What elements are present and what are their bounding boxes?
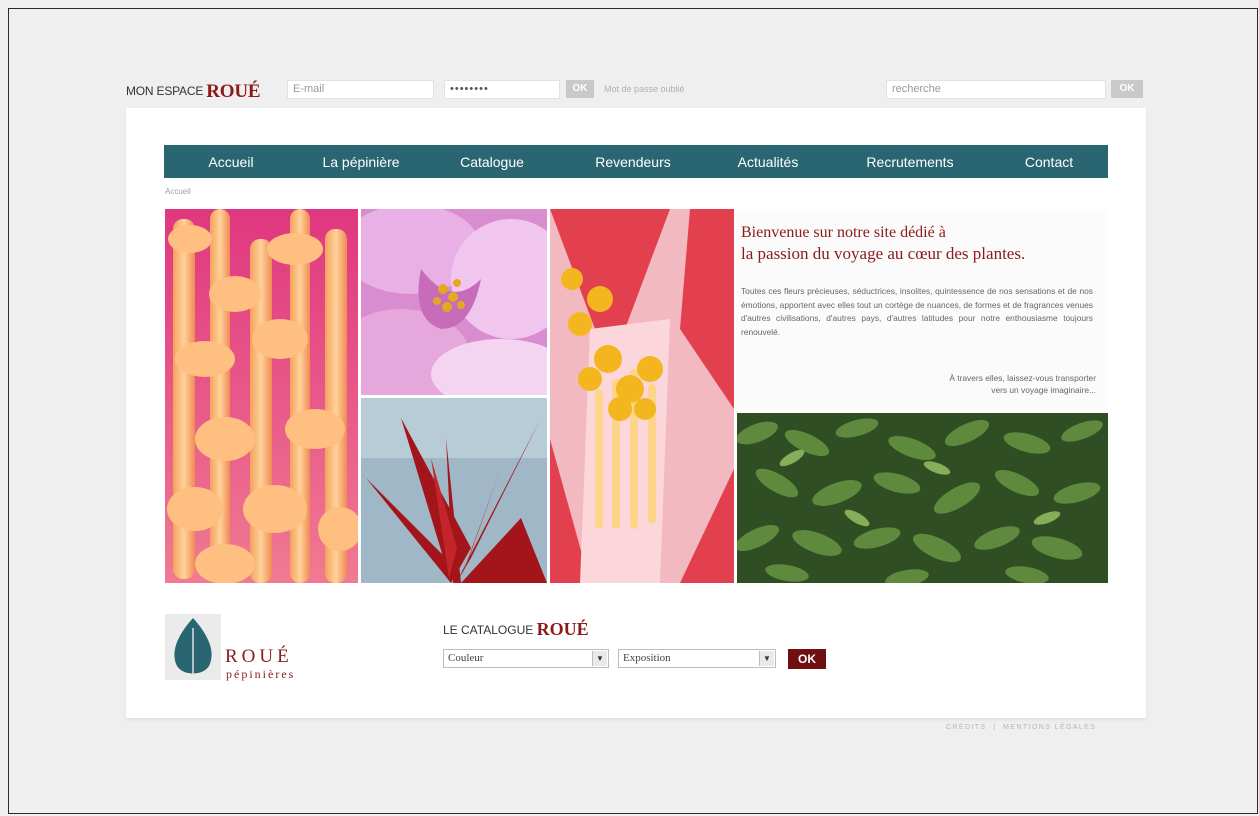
mon-espace-brand: ROUÉ (206, 81, 261, 102)
nav-item-contact[interactable]: Contact (990, 154, 1108, 170)
main-panel: Accueil La pépinière Catalogue Revendeur… (126, 108, 1146, 718)
mon-espace-label: MON ESPACE ROUÉ (126, 81, 261, 103)
catalogue-label: LE CATALOGUE (443, 623, 534, 637)
exposition-select[interactable]: Exposition ▼ (618, 649, 776, 668)
intro-title-line2: la passion du voyage au cœur des plantes… (741, 244, 1026, 263)
intro-title: Bienvenue sur notre site dédié à la pass… (741, 222, 1101, 264)
mon-espace-text: MON ESPACE (126, 84, 204, 98)
nav-item-recrutements[interactable]: Recrutements (830, 154, 990, 170)
couleur-select[interactable]: Couleur ▼ (443, 649, 609, 668)
flower-stamens-image (165, 209, 358, 583)
top-bar: MON ESPACE ROUÉ E-mail •••••••• OK Mot d… (126, 78, 1146, 102)
nav-item-accueil[interactable]: Accueil (164, 154, 298, 170)
peony-image (361, 209, 547, 395)
green-foliage-image (737, 413, 1108, 583)
hero-mosaic: Bienvenue sur notre site dédié à la pass… (165, 209, 1108, 583)
intro-cta-line2: vers un voyage imaginaire... (991, 385, 1096, 395)
leaf-icon (174, 618, 212, 678)
catalogue-title: LE CATALOGUE ROUÉ (443, 619, 589, 640)
nav-item-pepiniere[interactable]: La pépinière (298, 154, 424, 170)
nav-item-actualites[interactable]: Actualités (706, 154, 830, 170)
nav-item-catalogue[interactable]: Catalogue (424, 154, 560, 170)
intro-body: Toutes ces fleurs précieuses, séductrice… (741, 286, 1093, 337)
search-ok-button[interactable]: OK (1111, 80, 1143, 98)
password-field[interactable]: •••••••• (444, 80, 560, 99)
breadcrumb[interactable]: Accueil (165, 187, 191, 196)
logo-word: ROUÉ (225, 646, 293, 667)
intro-cta-link[interactable]: À travers elles, laissez-vous transporte… (836, 372, 1096, 396)
logo-leaf-box (165, 614, 221, 680)
logo-subtitle: pépinières (226, 667, 296, 681)
search-input[interactable]: recherche (886, 80, 1106, 99)
forgot-password-link[interactable]: Mot de passe oublié (604, 84, 685, 94)
chevron-down-icon: ▼ (592, 651, 607, 666)
intro-cta-line1: À travers elles, laissez-vous transporte… (949, 373, 1096, 383)
roue-pepinieres-logo[interactable]: ROUÉ pépinières (165, 614, 323, 682)
footer-credits-link[interactable]: CRÉDITS (946, 724, 987, 731)
footer-links: CRÉDITS | MENTIONS LÉGALES (946, 724, 1096, 731)
catalogue-ok-button[interactable]: OK (788, 649, 826, 669)
main-nav: Accueil La pépinière Catalogue Revendeur… (164, 145, 1108, 178)
email-field[interactable]: E-mail (287, 80, 434, 99)
nav-item-revendeurs[interactable]: Revendeurs (560, 154, 706, 170)
catalogue-brand: ROUÉ (536, 619, 589, 639)
couleur-select-value: Couleur (448, 652, 484, 664)
footer-separator: | (989, 724, 1000, 731)
streaked-flower-image (550, 209, 734, 583)
intro-title-line1: Bienvenue sur notre site dédié à (741, 224, 946, 241)
red-foliage-image (361, 398, 547, 583)
intro-box: Bienvenue sur notre site dédié à la pass… (735, 209, 1108, 412)
chevron-down-icon: ▼ (759, 651, 774, 666)
footer-mentions-link[interactable]: MENTIONS LÉGALES (1003, 724, 1096, 731)
login-ok-button[interactable]: OK (566, 80, 594, 98)
exposition-select-value: Exposition (623, 652, 671, 664)
